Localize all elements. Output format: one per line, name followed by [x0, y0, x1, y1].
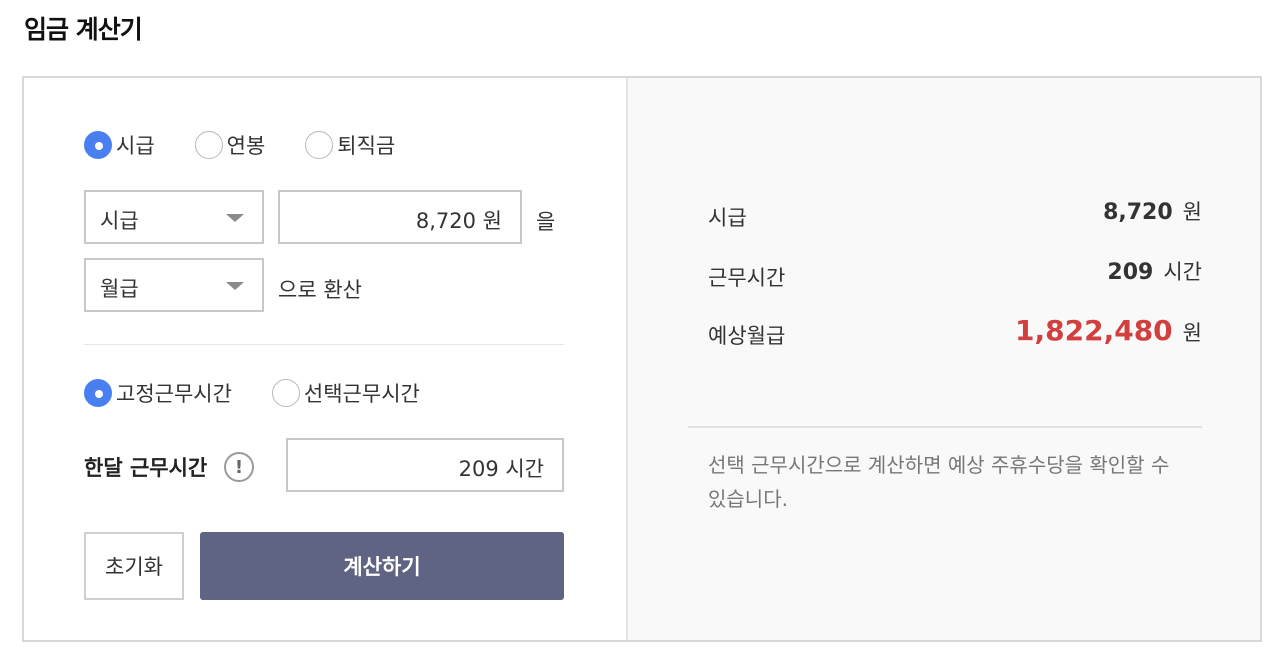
- radio-label: 고정근무시간: [116, 382, 232, 406]
- select-value: 시급: [100, 209, 139, 233]
- page-title: 임금 계산기: [24, 15, 143, 44]
- result-value-group: 1,822,480 원: [1015, 314, 1202, 347]
- radio-annual[interactable]: 연봉: [194, 130, 266, 160]
- result-value: 209: [1107, 260, 1154, 285]
- input-panel: 시급 연봉 퇴직금 시급 8,720 원 을 월급 으로 환산 고정근무시간 선…: [24, 78, 626, 640]
- wage-type-radio-group: 시급 연봉 퇴직금: [84, 130, 435, 160]
- radio-label: 선택근무시간: [303, 382, 420, 406]
- monthly-hours-input[interactable]: 209 시간: [286, 438, 564, 492]
- select-value: 월급: [100, 277, 139, 301]
- result-label: 근무시간: [708, 266, 786, 290]
- info-icon[interactable]: !: [224, 452, 254, 482]
- radio-label: 연봉: [226, 134, 266, 158]
- result-row-hourly: 시급 8,720 원: [708, 196, 1202, 236]
- result-value: 8,720: [1103, 200, 1173, 225]
- hours-value: 209 시간: [458, 457, 544, 481]
- amount-value: 8,720 원: [415, 209, 502, 233]
- convert-label: 으로 환산: [278, 278, 362, 302]
- result-row-hours: 근무시간 209 시간: [708, 256, 1202, 296]
- expected-salary-value: 1,822,480: [1015, 314, 1173, 347]
- radio-checked-icon: [84, 379, 112, 407]
- work-type-radio-group: 고정근무시간 선택근무시간: [84, 378, 460, 408]
- divider: [84, 344, 564, 345]
- result-value-group: 8,720 원: [1103, 196, 1202, 226]
- result-unit: 원: [1182, 200, 1202, 224]
- amount-suffix: 을: [536, 210, 556, 234]
- from-unit-select[interactable]: 시급: [84, 190, 264, 244]
- result-unit: 원: [1182, 321, 1202, 345]
- divider: [688, 426, 1202, 428]
- radio-checked-icon: [84, 131, 112, 159]
- radio-fixed-hours[interactable]: 고정근무시간: [84, 378, 232, 408]
- to-unit-select[interactable]: 월급: [84, 258, 264, 312]
- result-label: 예상월급: [708, 324, 786, 348]
- radio-flexible-hours[interactable]: 선택근무시간: [271, 378, 420, 408]
- radio-hourly[interactable]: 시급: [84, 130, 155, 160]
- radio-unchecked-icon: [271, 379, 300, 407]
- radio-label: 퇴직금: [337, 134, 396, 158]
- reset-button[interactable]: 초기화: [84, 532, 184, 600]
- result-unit: 시간: [1163, 260, 1202, 284]
- result-row-monthly: 예상월급 1,822,480 원: [708, 314, 1202, 354]
- info-note: 선택 근무시간으로 계산하면 예상 주휴수당을 확인할 수 있습니다.: [708, 453, 1170, 511]
- calculate-button[interactable]: 계산하기: [200, 532, 564, 600]
- calculator-card: 시급 연봉 퇴직금 시급 8,720 원 을 월급 으로 환산 고정근무시간 선…: [22, 76, 1262, 642]
- radio-label: 시급: [116, 134, 155, 158]
- result-panel: 시급 8,720 원 근무시간 209 시간 예상월급 1,822,480 원 …: [626, 78, 1260, 640]
- monthly-hours-label: 한달 근무시간: [84, 456, 208, 480]
- radio-unchecked-icon: [305, 131, 334, 159]
- radio-severance[interactable]: 퇴직금: [305, 130, 395, 160]
- radio-unchecked-icon: [194, 131, 223, 159]
- result-label: 시급: [708, 206, 747, 230]
- result-value-group: 209 시간: [1107, 256, 1202, 286]
- caret-down-icon: [226, 214, 244, 222]
- caret-down-icon: [226, 282, 244, 290]
- amount-input[interactable]: 8,720 원: [278, 190, 522, 244]
